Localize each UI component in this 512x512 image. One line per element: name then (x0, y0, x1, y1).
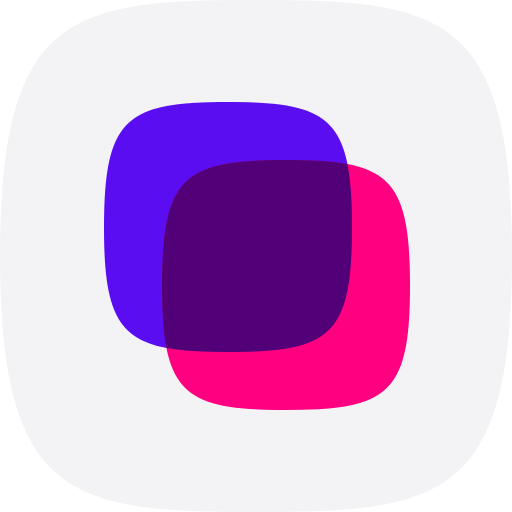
app-icon-graphic (0, 0, 512, 512)
app-icon (0, 0, 512, 512)
